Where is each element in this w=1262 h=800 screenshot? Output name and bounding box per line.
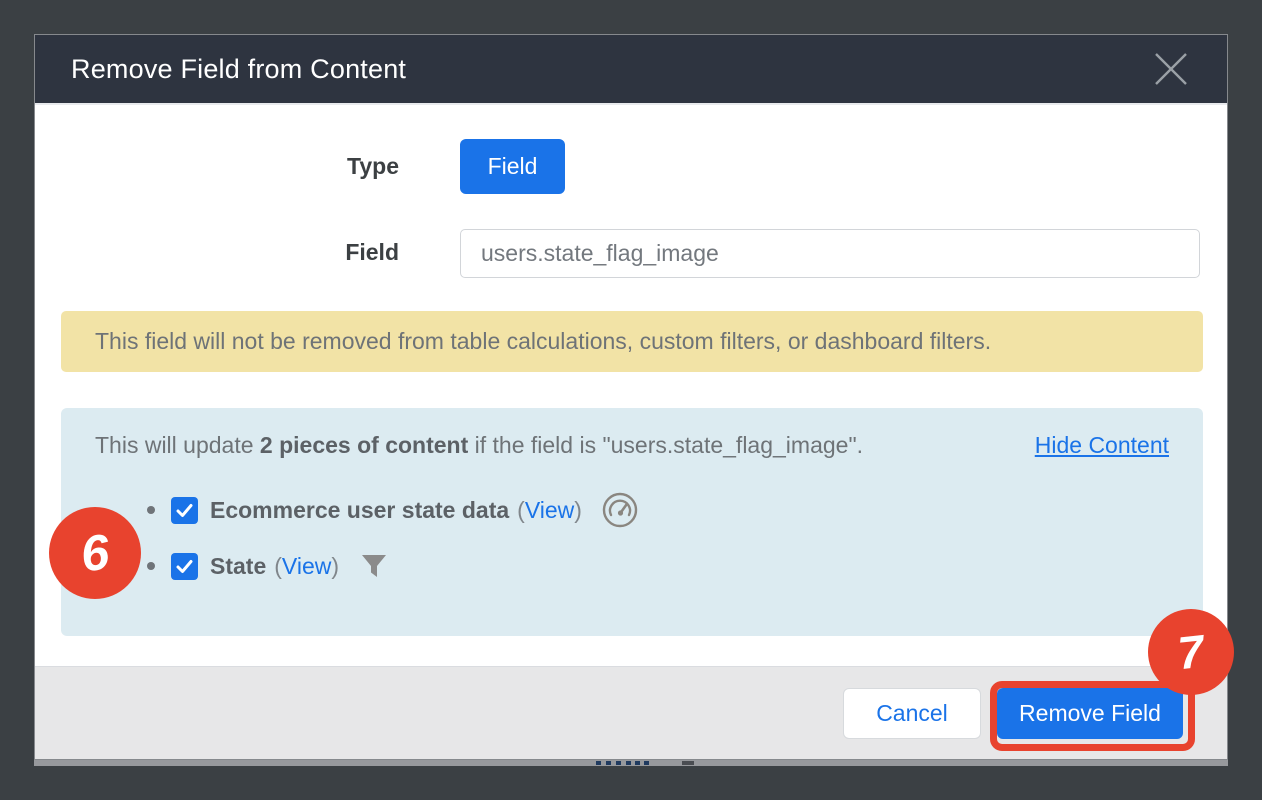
- content-item-label: State: [210, 553, 266, 580]
- checkmark-icon: [175, 557, 194, 576]
- checkmark-icon: [175, 501, 194, 520]
- affected-content-panel: This will update 2 pieces of content if …: [61, 408, 1203, 636]
- affected-content-list: Ecommerce user state data (View): [95, 493, 1169, 583]
- content-item-label: Ecommerce user state data: [210, 497, 509, 524]
- dialog-footer: Cancel Remove Field: [35, 666, 1227, 759]
- view-link-wrap: (View): [517, 497, 582, 524]
- list-item-look: State (View): [95, 549, 1169, 583]
- pieces-count: 2 pieces of content: [260, 432, 468, 458]
- remove-field-dialog: Remove Field from Content Type Field Fie…: [34, 34, 1228, 760]
- underlying-page-sliver: [34, 760, 1228, 766]
- view-link[interactable]: View: [525, 497, 574, 523]
- type-field-button[interactable]: Field: [460, 139, 565, 194]
- dashboard-gauge-icon: [600, 490, 640, 530]
- bullet-icon: [147, 562, 155, 570]
- dialog-title: Remove Field from Content: [71, 54, 406, 85]
- look-checkbox[interactable]: [171, 553, 198, 580]
- view-link-wrap: (View): [274, 553, 339, 580]
- hide-content-link[interactable]: Hide Content: [1035, 432, 1169, 459]
- warning-banner-text: This field will not be removed from tabl…: [95, 328, 991, 355]
- screen-background: Remove Field from Content Type Field Fie…: [0, 0, 1262, 800]
- filter-icon: [357, 549, 391, 583]
- cancel-button[interactable]: Cancel: [843, 688, 981, 739]
- dashboard-checkbox[interactable]: [171, 497, 198, 524]
- type-label: Type: [35, 153, 399, 180]
- view-link[interactable]: View: [282, 553, 331, 579]
- close-button[interactable]: [1147, 45, 1195, 93]
- close-icon: [1148, 46, 1194, 92]
- dialog-header: Remove Field from Content: [35, 35, 1227, 105]
- warning-banner: This field will not be removed from tabl…: [61, 311, 1203, 372]
- update-message: This will update 2 pieces of content if …: [95, 432, 863, 459]
- field-name-input[interactable]: [460, 229, 1200, 278]
- list-item-dashboard: Ecommerce user state data (View): [95, 493, 1169, 527]
- field-label: Field: [35, 239, 399, 266]
- bullet-icon: [147, 506, 155, 514]
- remove-field-button[interactable]: Remove Field: [997, 688, 1183, 739]
